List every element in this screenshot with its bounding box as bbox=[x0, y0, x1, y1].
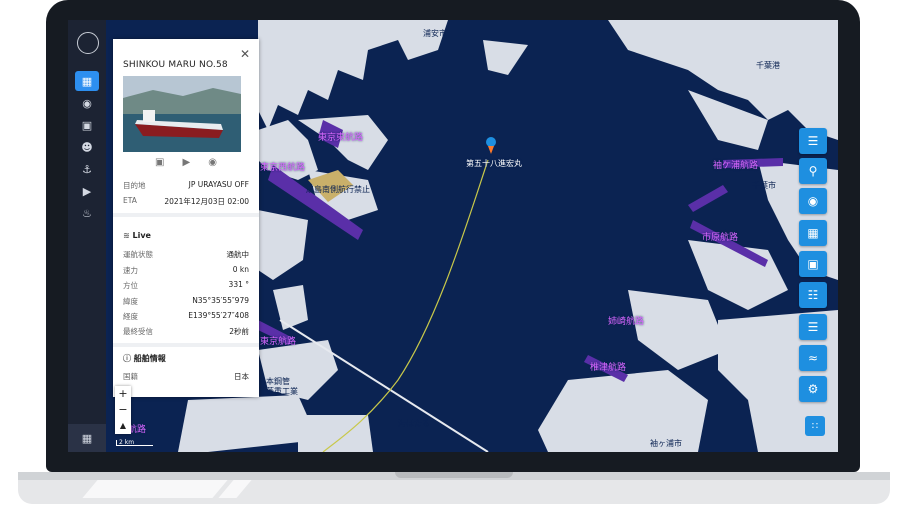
zoom-in-button[interactable]: + bbox=[115, 386, 131, 402]
destination-value: JP URAYASU OFF bbox=[188, 180, 249, 189]
ship-marker[interactable] bbox=[486, 137, 496, 147]
globe-logo-icon[interactable] bbox=[77, 32, 99, 54]
wave-lock-icon: ≈ bbox=[807, 351, 819, 365]
scale-bar: 2 km bbox=[116, 440, 153, 446]
row-value: E139°55′27″408 bbox=[188, 311, 249, 320]
info-icon: ⓘ bbox=[123, 354, 134, 363]
compass-icon[interactable]: ▲ bbox=[115, 418, 131, 434]
eta-row: ETA 2021年12月03日 02:00 bbox=[123, 196, 249, 207]
bus-button[interactable]: ◉ bbox=[799, 188, 827, 214]
zoom-out-button[interactable]: − bbox=[115, 402, 131, 418]
vehicle-settings-button[interactable]: ▦ bbox=[799, 220, 827, 246]
settings-button[interactable]: ⚙ bbox=[799, 376, 827, 402]
live-row: 最終受信 2秒前 bbox=[123, 326, 249, 337]
live-row: 経度 E139°55′27″408 bbox=[123, 311, 249, 322]
place-label: 千葉港 bbox=[756, 61, 780, 70]
zone-label: 扇島南側航行禁止 bbox=[306, 185, 370, 194]
row-label: 緯度 bbox=[123, 297, 138, 306]
vessel-info-panel: ✕ SHINKOU MARU NO.58 ▣ ▶ ◉ 目的地 JP URAYAS… bbox=[113, 39, 259, 397]
rss-icon: ≋ bbox=[123, 231, 133, 240]
place-label: 海ほたる bbox=[398, 419, 430, 428]
video-icon[interactable]: ▶ bbox=[75, 181, 99, 201]
live-row: 緯度 N35°35′55″979 bbox=[123, 296, 249, 307]
vessel-name: SHINKOU MARU NO.58 bbox=[123, 60, 228, 70]
left-sidebar: ▦ ◉ ▣ ☻ ⚓ ▶ ♨ ▦ bbox=[68, 20, 106, 452]
route-label: 姉崎航路 bbox=[608, 317, 645, 327]
row-value: 日本 bbox=[234, 372, 249, 381]
bus-icon: ◉ bbox=[807, 194, 819, 208]
eta-value: 2021年12月03日 02:00 bbox=[164, 197, 249, 206]
divider bbox=[113, 343, 259, 347]
apps-grid-button[interactable]: ∷ bbox=[805, 416, 825, 436]
list-pin-icon: ☰ bbox=[807, 320, 819, 334]
image-icon[interactable]: ▣ bbox=[155, 157, 164, 168]
live-row: 速力 0 kn bbox=[123, 265, 249, 276]
destination-label: 目的地 bbox=[123, 181, 146, 190]
route-label: 袖ケ浦航路 bbox=[713, 161, 759, 171]
ship-info-row: 国籍 日本 bbox=[123, 371, 249, 382]
route-label: 東京航路 bbox=[260, 337, 297, 347]
vessel-photo[interactable] bbox=[123, 76, 241, 152]
truck-button[interactable]: ▣ bbox=[799, 251, 827, 277]
place-label: 袖ヶ浦市 bbox=[650, 439, 682, 448]
building-icon[interactable]: ▦ bbox=[68, 424, 106, 452]
row-label: 運航状態 bbox=[123, 250, 153, 259]
ship-icon[interactable]: ⚓ bbox=[75, 159, 99, 179]
layers-icon: ☰ bbox=[807, 134, 819, 148]
route-label: 東京西航路 bbox=[260, 163, 306, 173]
bell-icon[interactable]: ♨ bbox=[75, 203, 99, 223]
row-value: 0 kn bbox=[232, 265, 249, 274]
laptop-base-notch bbox=[395, 472, 513, 478]
people-icon[interactable]: ☻ bbox=[75, 137, 99, 157]
gear-icon: ⚙ bbox=[807, 382, 819, 396]
map-icon[interactable]: ▦ bbox=[75, 71, 99, 91]
row-value: N35°35′55″979 bbox=[192, 296, 249, 305]
eta-label: ETA bbox=[123, 196, 137, 205]
row-label: 方位 bbox=[123, 281, 138, 290]
grid-icon: ∷ bbox=[811, 420, 819, 432]
ship-name-label[interactable]: 第五十八進宏丸 bbox=[466, 158, 522, 169]
zoom-control: + − ▲ bbox=[115, 386, 131, 434]
row-value: 通航中 bbox=[226, 250, 250, 259]
car-icon: ▦ bbox=[807, 226, 819, 240]
media-toolbar: ▣ ▶ ◉ bbox=[113, 157, 259, 168]
row-label: 速力 bbox=[123, 266, 138, 275]
film-icon[interactable]: ▣ bbox=[75, 115, 99, 135]
row-label: 最終受信 bbox=[123, 327, 153, 336]
search-icon: ⚲ bbox=[808, 164, 818, 178]
place-label: 千葉市 bbox=[752, 181, 776, 190]
close-icon[interactable]: ✕ bbox=[240, 47, 250, 61]
app-screen: 第五十八進宏丸 東京東航路 東京西航路 市原航路 姉崎航路 袖ケ浦航路 椎津航路… bbox=[68, 20, 838, 452]
location-list-button[interactable]: ☰ bbox=[799, 314, 827, 340]
divider bbox=[113, 213, 259, 217]
layers-button[interactable]: ☰ bbox=[799, 128, 827, 154]
row-value: 2秒前 bbox=[229, 327, 249, 336]
live-row: 方位 331 ° bbox=[123, 280, 249, 291]
route-label: 市原航路 bbox=[702, 233, 739, 243]
place-label: 三菱重工業 bbox=[258, 387, 298, 396]
row-value: 331 ° bbox=[228, 280, 249, 289]
video-icon[interactable]: ▶ bbox=[183, 157, 191, 168]
wave-lock-button[interactable]: ≈ bbox=[799, 345, 827, 371]
place-label: 浦安市 bbox=[423, 29, 447, 38]
signal-icon[interactable]: ◉ bbox=[208, 157, 217, 168]
row-label: 国籍 bbox=[123, 372, 138, 381]
location-pin-icon[interactable]: ◉ bbox=[75, 93, 99, 113]
laptop-glare bbox=[82, 480, 228, 498]
live-row: 運航状態 通航中 bbox=[123, 249, 249, 260]
sliders-icon: ☷ bbox=[807, 288, 819, 302]
live-section-header[interactable]: ≋ Live bbox=[123, 231, 151, 240]
route-label: 椎津航路 bbox=[590, 363, 627, 373]
search-button[interactable]: ⚲ bbox=[799, 158, 827, 184]
filter-button[interactable]: ☷ bbox=[799, 282, 827, 308]
destination-row: 目的地 JP URAYASU OFF bbox=[123, 180, 249, 191]
route-label: 東京東航路 bbox=[318, 133, 364, 143]
row-label: 経度 bbox=[123, 312, 138, 321]
truck-icon: ▣ bbox=[807, 257, 819, 271]
ship-info-section-header[interactable]: ⓘ 船舶情報 bbox=[123, 353, 166, 364]
